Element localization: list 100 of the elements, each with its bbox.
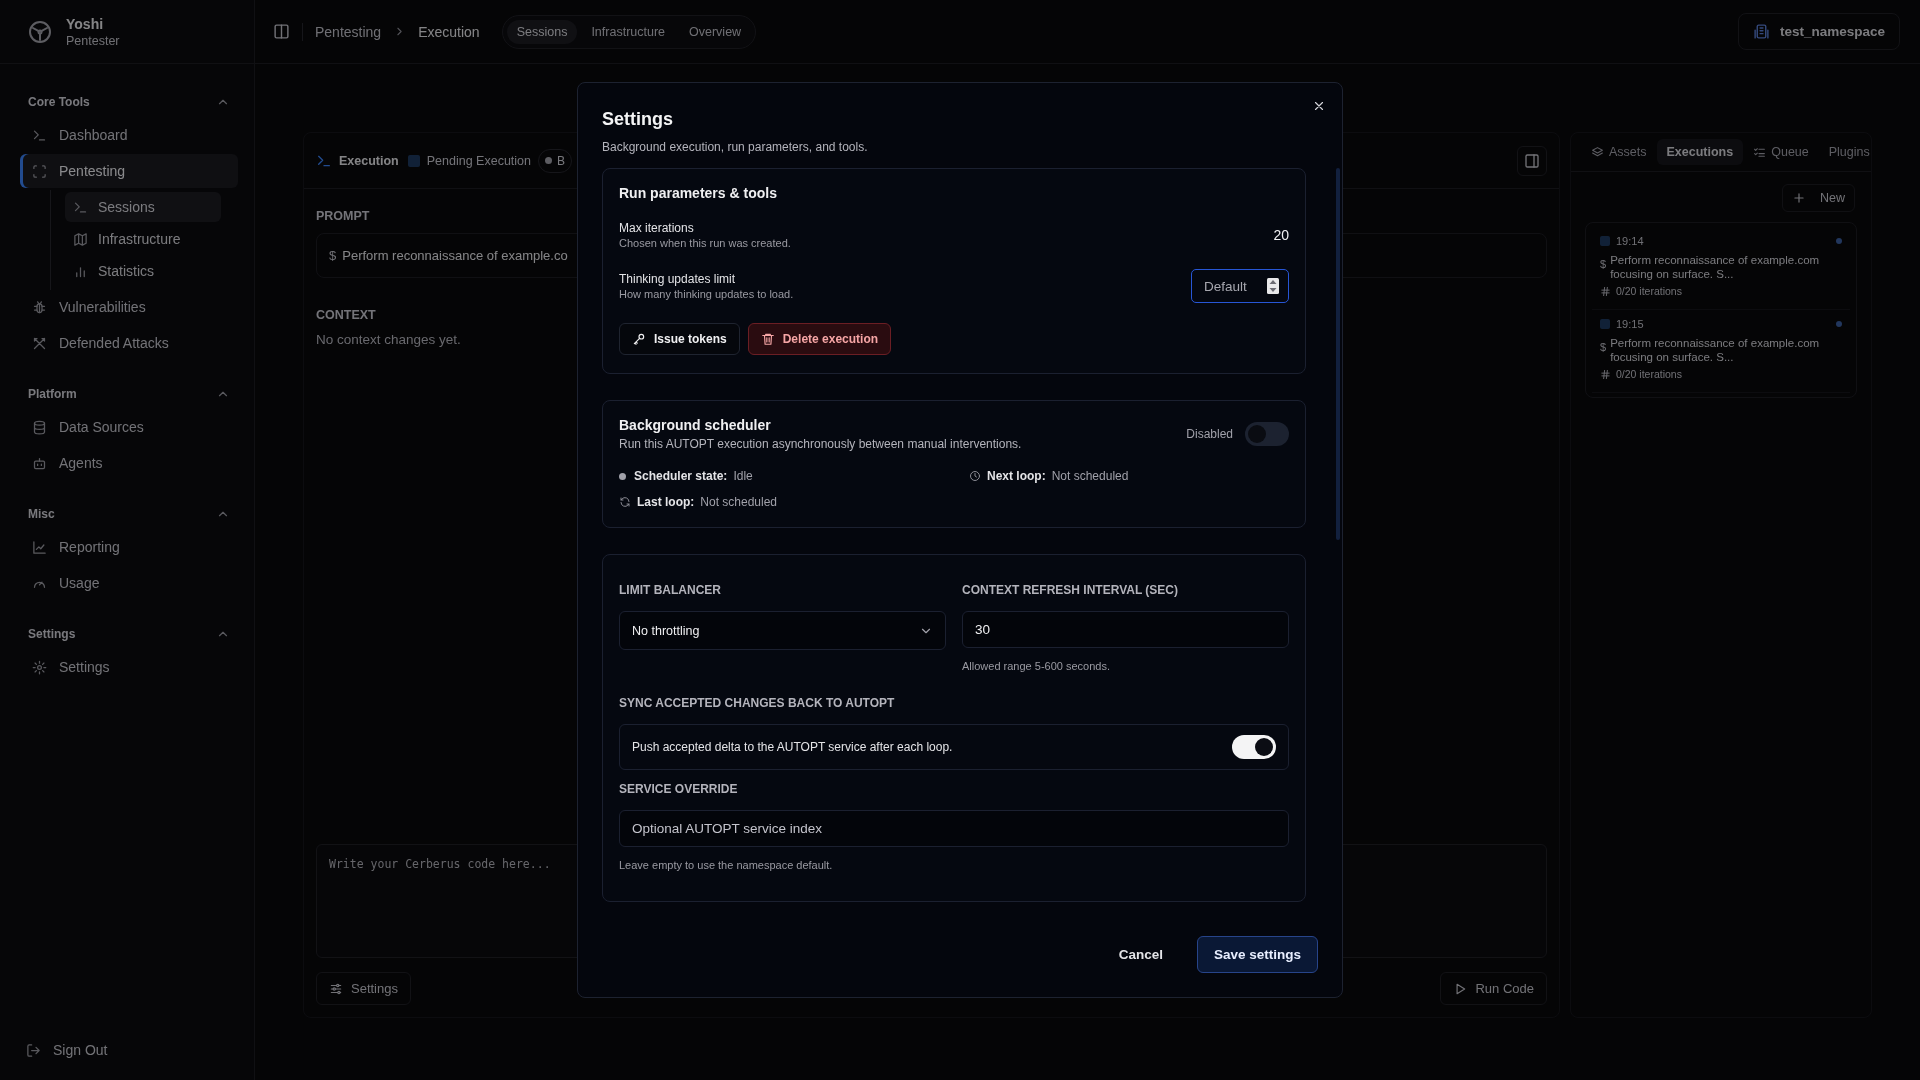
breadcrumb-link[interactable]: Pentesting (315, 23, 382, 40)
field-hint: Leave empty to use the namespace default. (619, 859, 834, 871)
sidebar-item[interactable]: Settings (20, 650, 238, 684)
crossed-swords-icon (32, 335, 47, 351)
refresh-icon (619, 496, 631, 508)
database-icon (32, 419, 47, 435)
new-button[interactable]: New (1782, 184, 1855, 212)
sliders-icon (329, 981, 343, 996)
prompt-symbol: $ (1600, 258, 1607, 270)
sidebar-item[interactable]: Vulnerabilities (20, 290, 238, 324)
sidebar-item[interactable]: Data Sources (20, 410, 238, 444)
prompt-text: Perform reconnaissance of example.co (342, 248, 568, 263)
sidebar-item[interactable]: Pentesting (20, 154, 238, 188)
scheduler-toggle[interactable] (1245, 422, 1289, 446)
checklist-icon (1753, 145, 1767, 159)
namespace-selector[interactable]: test_namespace (1737, 13, 1900, 50)
stat-label: Last loop: (637, 495, 695, 509)
view-tab[interactable]: Infrastructure (581, 19, 676, 44)
delete-button[interactable]: Delete execution (747, 323, 892, 355)
dialog-title: Settings (602, 109, 674, 130)
sidebar-item[interactable]: Defended Attacks (20, 326, 238, 360)
action-button[interactable]: Issue tokens (619, 323, 740, 355)
robot-icon (32, 455, 47, 471)
service-override-field[interactable]: Optional AUTOPT service index (619, 810, 1289, 847)
layers-icon (1591, 145, 1604, 159)
execution-card[interactable]: 19:15 $ Perform reconnaissance of example.com focusing on surface. S... 0/20 iterations (1592, 310, 1850, 393)
bug-icon (32, 299, 47, 315)
interval-field[interactable]: 30 (962, 611, 1289, 648)
field-label: SYNC ACCEPTED CHANGES BACK TO AUTOPT (619, 696, 896, 710)
sign-out-link[interactable]: Sign Out (0, 1042, 254, 1080)
panel-toggle-icon[interactable] (1517, 145, 1547, 176)
clock-icon (969, 470, 981, 482)
empty-message: No context changes yet. (316, 332, 461, 347)
sidebar-item[interactable]: Usage (20, 566, 238, 600)
panel-tab[interactable]: Plugins (1818, 139, 1880, 165)
execution-time: 19:14 (1616, 235, 1644, 247)
sync-description: Push accepted delta to the AUTOPT service after each loop. (632, 740, 953, 754)
status-dot-icon (545, 157, 552, 164)
dialog-subtitle: Background execution, run parameters, and tools. (602, 140, 869, 154)
breadcrumb-link[interactable]: Execution (418, 23, 480, 40)
terminal-icon (32, 127, 47, 143)
setting-hint: How many thinking updates to load. (619, 288, 794, 300)
card-description: Run this AUTOPT execution asynchronously between manual interventions. (619, 437, 1022, 451)
sidebar-subitem[interactable]: Statistics (65, 256, 221, 286)
pause-square-icon (407, 154, 420, 167)
stat-value: Not scheduled (1051, 469, 1129, 483)
stat-label: Next loop: (987, 469, 1046, 483)
number-field[interactable]: Default (1191, 269, 1289, 303)
execution-time: 19:15 (1616, 318, 1644, 330)
pause-square-icon (1600, 319, 1610, 329)
execution-title: Execution (339, 153, 399, 168)
panel-tab[interactable]: Queue (1743, 139, 1819, 165)
section-heading: Misc (28, 507, 55, 521)
view-tab[interactable]: Sessions (506, 19, 578, 44)
setting-label: Max iterations (619, 221, 695, 235)
status-dot-icon (619, 472, 626, 480)
scrollbar-thumb[interactable] (1336, 168, 1340, 540)
close-icon[interactable] (1312, 99, 1326, 113)
sync-toggle[interactable] (1232, 735, 1276, 759)
section-label: PROMPT (316, 209, 370, 223)
execution-card[interactable]: 19:14 $ Perform reconnaissance of example.com focusing on surface. S... 0/20 iterations (1592, 227, 1850, 310)
avatar-icon (28, 19, 52, 44)
section-heading: Platform (28, 387, 77, 401)
field-hint: Allowed range 5-600 seconds. (962, 660, 1111, 672)
iteration-count: 0/20 iterations (1616, 285, 1682, 297)
prompt-symbol: $ (329, 248, 337, 263)
toggle-label: Disabled (1186, 427, 1233, 441)
play-icon (1453, 981, 1468, 996)
user-name: Yoshi (66, 15, 105, 32)
setting-value: 20 (1273, 227, 1289, 243)
status-dot-icon (1836, 321, 1842, 327)
map-icon (73, 231, 88, 247)
settings-button[interactable]: Settings (316, 972, 411, 1005)
section-label: CONTEXT (316, 308, 376, 322)
cancel-button[interactable]: Cancel (1110, 939, 1171, 970)
sidebar-item[interactable]: Agents (20, 446, 238, 480)
sidebar-subitem[interactable]: Infrastructure (65, 224, 221, 254)
stat-label: Scheduler state: (634, 469, 728, 483)
execution-prompt: Perform reconnaissance of example.com focusing on surface. S... (1610, 336, 1821, 364)
plus-icon (1792, 191, 1806, 205)
status-chip-label: B (557, 153, 565, 168)
hash-icon (1600, 368, 1611, 380)
sidebar-item[interactable]: Dashboard (20, 118, 238, 152)
spinner-icon[interactable] (1267, 278, 1279, 294)
run-code-button[interactable]: Run Code (1440, 972, 1547, 1005)
sidebar-subitem[interactable]: Sessions (65, 192, 221, 222)
limit-balancer-select[interactable]: No throttling (619, 611, 946, 650)
prompt-symbol: $ (1600, 341, 1607, 353)
field-label: SERVICE OVERRIDE (619, 782, 739, 796)
view-tab[interactable]: Overview (679, 19, 752, 44)
save-button[interactable]: Save settings (1196, 936, 1318, 973)
sidebar-item[interactable]: Reporting (20, 530, 238, 564)
section-heading: Settings (28, 627, 76, 641)
pause-square-icon (1600, 236, 1610, 246)
iteration-count: 0/20 iterations (1616, 368, 1682, 380)
sidebar-toggle-icon[interactable] (273, 23, 290, 40)
panel-tab[interactable]: Assets (1581, 139, 1657, 165)
user-role: Pentester (66, 33, 120, 48)
card-title: Background scheduler (619, 417, 772, 433)
panel-tab[interactable]: Executions (1656, 139, 1744, 165)
